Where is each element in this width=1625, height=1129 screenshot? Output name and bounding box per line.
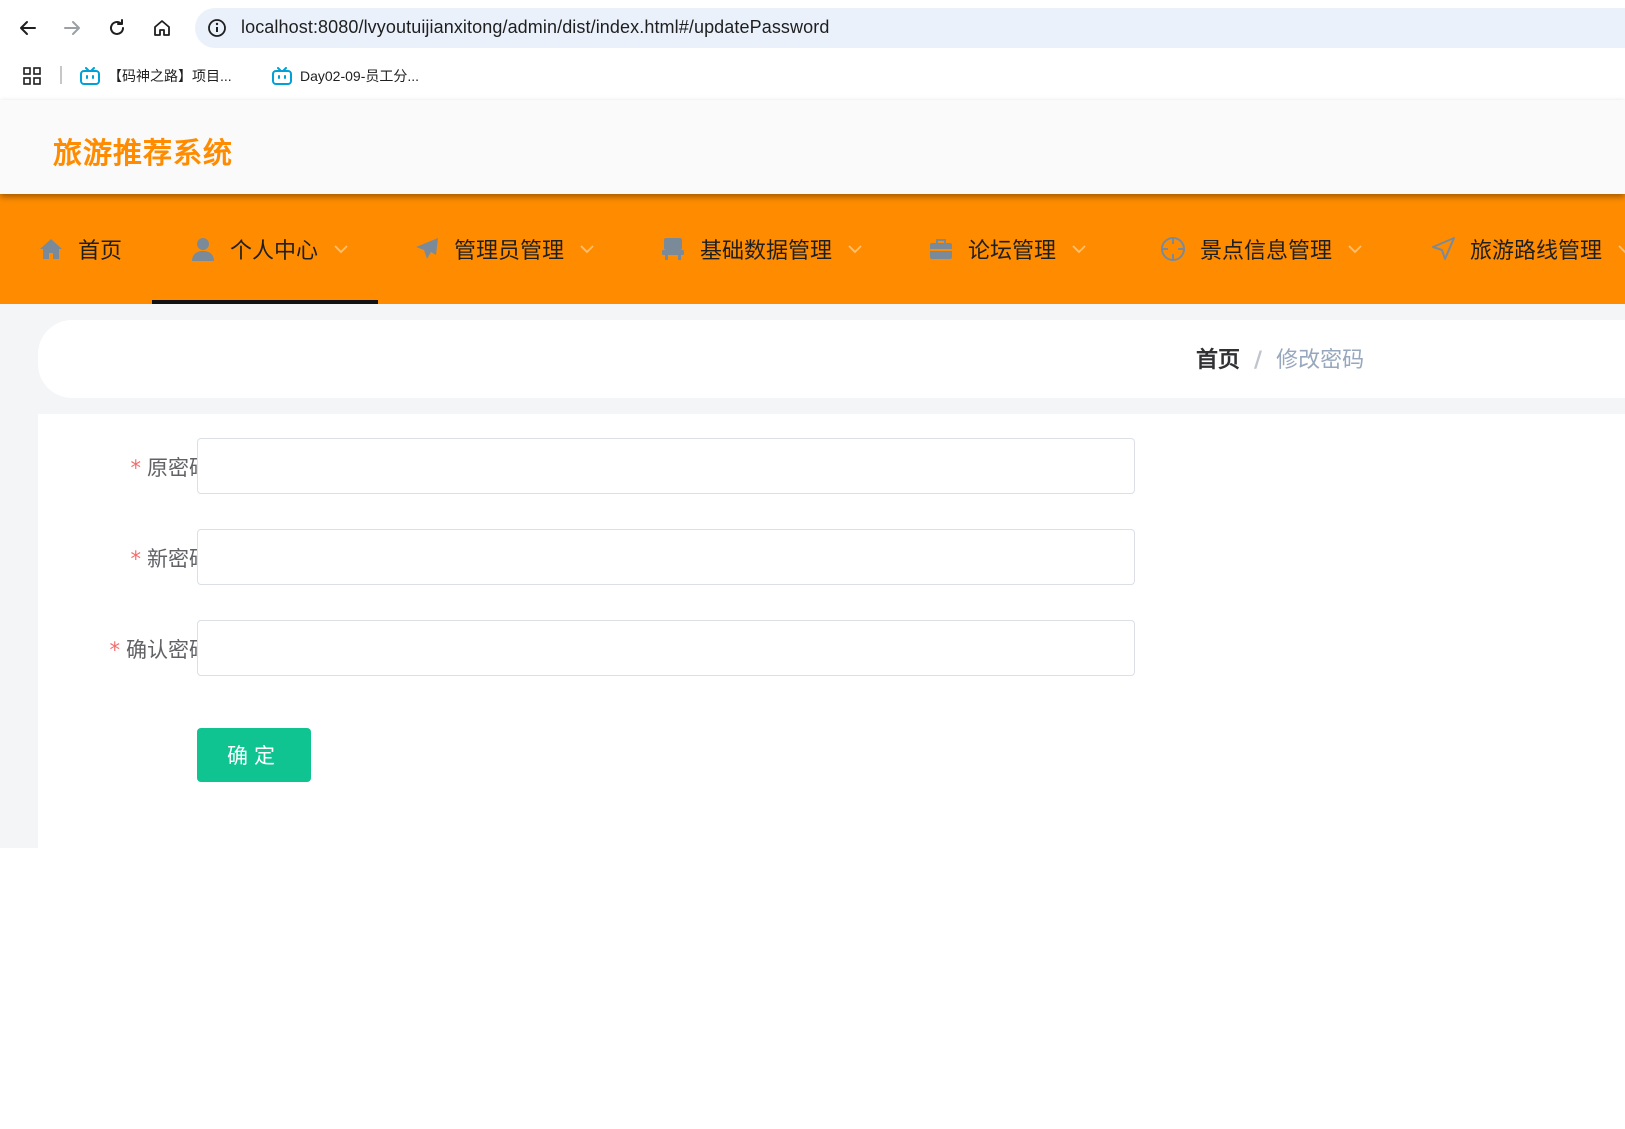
nav-item-home[interactable]: 首页	[38, 194, 122, 304]
home-button[interactable]	[144, 10, 180, 46]
content-area: 首页 / 修改密码 * 原密码 * 新密码 * 确认密码 确定	[0, 304, 1625, 848]
send-icon	[414, 236, 440, 262]
new-password-input[interactable]	[197, 529, 1135, 585]
address-bar[interactable]: localhost:8080/lvyoutuijianxitong/admin/…	[195, 8, 1625, 48]
confirm-password-row: * 确认密码	[38, 620, 1625, 676]
required-mark: *	[130, 456, 142, 480]
breadcrumb-current: 修改密码	[1276, 348, 1365, 373]
nav-item-label: 首页	[78, 239, 123, 264]
main-nav: 首页 个人中心 管理员管理 基础数据管理 论坛管理 景点信息管理 旅游路线管理	[0, 194, 1625, 304]
bookmarks-bar: 【码神之路】项目... Day02-09-员工分...	[0, 56, 1625, 100]
nav-item-label: 管理员管理	[454, 239, 565, 264]
nav-item-travel-routes[interactable]: 旅游路线管理	[1430, 194, 1625, 304]
app-header: 旅游推荐系统	[0, 100, 1625, 194]
bookmark-label: 【码神之路】项目...	[108, 68, 232, 84]
chevron-down-icon	[1072, 245, 1086, 254]
bilibili-icon	[272, 67, 292, 85]
target-icon	[1160, 236, 1186, 262]
briefcase-icon	[928, 236, 954, 262]
new-password-row: * 新密码	[38, 529, 1625, 585]
browser-toolbar: localhost:8080/lvyoutuijianxitong/admin/…	[0, 0, 1625, 56]
nav-item-admin-management[interactable]: 管理员管理	[414, 194, 594, 304]
required-mark: *	[130, 547, 142, 571]
reload-icon	[110, 19, 124, 35]
arrow-right-icon	[64, 21, 80, 35]
chevron-down-icon	[334, 245, 348, 254]
required-mark: *	[109, 638, 121, 662]
nav-item-label: 景点信息管理	[1200, 239, 1333, 264]
home-icon	[38, 236, 64, 262]
confirm-password-input[interactable]	[197, 620, 1135, 676]
nav-item-forum-management[interactable]: 论坛管理	[928, 194, 1086, 304]
confirm-password-label: * 确认密码	[110, 634, 211, 664]
nav-item-label: 论坛管理	[968, 239, 1057, 264]
navigation-icon	[1430, 236, 1456, 262]
nav-active-indicator	[152, 300, 378, 304]
chevron-down-icon	[1618, 245, 1625, 254]
breadcrumb-home[interactable]: 首页	[1196, 348, 1240, 373]
password-form: * 原密码 * 新密码 * 确认密码 确定	[38, 414, 1625, 848]
arrow-left-icon	[20, 21, 36, 35]
confirm-button[interactable]: 确定	[197, 728, 311, 782]
nav-item-label: 基础数据管理	[700, 239, 833, 264]
url-text: localhost:8080/lvyoutuijianxitong/admin/…	[241, 17, 830, 37]
chevron-down-icon	[1348, 245, 1362, 254]
breadcrumb-separator: /	[1254, 348, 1263, 373]
old-password-row: * 原密码	[38, 438, 1625, 494]
apps-grid-icon[interactable]	[22, 66, 42, 86]
nav-item-personal-center[interactable]: 个人中心	[190, 194, 348, 304]
nav-item-basic-data[interactable]: 基础数据管理	[660, 194, 862, 304]
back-button[interactable]	[10, 10, 46, 46]
bookmark-label: Day02-09-员工分...	[300, 68, 420, 84]
app-title: 旅游推荐系统	[53, 136, 234, 170]
bookmark-item[interactable]: 【码神之路】项目...	[80, 62, 232, 90]
breadcrumb: 首页 / 修改密码	[1196, 342, 1364, 374]
nav-item-label: 旅游路线管理	[1470, 239, 1603, 264]
nav-item-label: 个人中心	[230, 239, 319, 264]
forward-button[interactable]	[54, 10, 90, 46]
user-icon	[190, 236, 216, 262]
house-icon	[154, 20, 170, 36]
breadcrumb-bar: 首页 / 修改密码	[38, 320, 1625, 398]
old-password-input[interactable]	[197, 438, 1135, 494]
chevron-down-icon	[580, 245, 594, 254]
bookmark-item[interactable]: Day02-09-员工分...	[272, 62, 419, 90]
chevron-down-icon	[848, 245, 862, 254]
chair-icon	[660, 236, 686, 262]
bookmarks-divider	[60, 66, 62, 84]
reload-button[interactable]	[99, 10, 135, 46]
nav-item-scenic-info[interactable]: 景点信息管理	[1160, 194, 1362, 304]
site-info-icon[interactable]	[207, 18, 227, 38]
bilibili-icon	[80, 67, 100, 85]
